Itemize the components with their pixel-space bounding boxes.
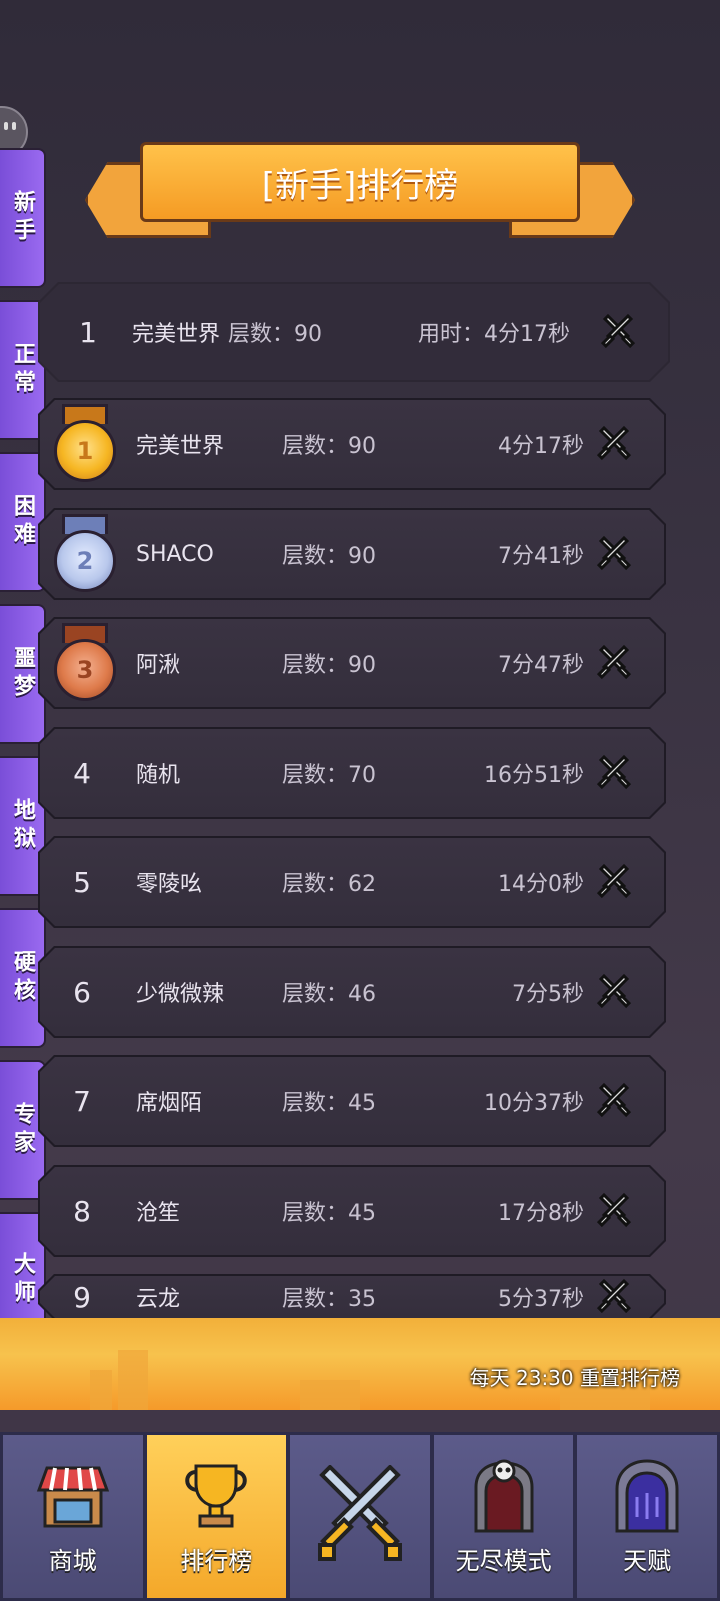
player-name: 席烟陌: [136, 1091, 203, 1116]
nav-endless[interactable]: 无尽模式: [430, 1432, 575, 1601]
rank-number: 8: [73, 1194, 91, 1228]
my-time: 用时：4分17秒: [418, 322, 570, 347]
player-name: 沧笙: [136, 1201, 181, 1226]
eye-icon: [4, 122, 8, 130]
medal-rank: 2: [54, 530, 116, 592]
reset-notice: 每天 23:30 重置排行榜: [469, 1366, 680, 1390]
eye-icon: [12, 122, 16, 130]
skull-gate-icon: [464, 1455, 544, 1535]
clear-time: 7分47秒: [498, 653, 584, 678]
nav-shop-label: 商城: [48, 1547, 97, 1575]
floor-count: 层数：35: [282, 1287, 376, 1312]
my-rank: 1: [79, 315, 97, 349]
player-name: 阿湫: [136, 653, 181, 678]
clear-time: 5分37秒: [498, 1287, 584, 1312]
nav-leaderboard-label: 排行榜: [180, 1547, 253, 1575]
ranking-row[interactable]: 5 零陵吆 层数：62 14分0秒: [38, 836, 666, 928]
my-name: 完美世界: [132, 322, 221, 347]
my-record-row[interactable]: 1 完美世界 层数：90 用时：4分17秒: [38, 282, 670, 382]
replay-swords-icon[interactable]: [598, 282, 638, 382]
trophy-icon: [176, 1455, 256, 1535]
replay-swords-icon[interactable]: [594, 508, 634, 600]
medal-bronze-icon: 3: [52, 623, 118, 703]
replay-swords-icon[interactable]: [594, 727, 634, 819]
my-floor: 层数：90: [228, 322, 322, 347]
clear-time: 14分0秒: [498, 872, 584, 897]
clear-time: 7分5秒: [512, 982, 584, 1007]
nav-leaderboard[interactable]: 排行榜: [143, 1432, 288, 1601]
nav-talent-label: 天赋: [623, 1547, 672, 1575]
rank-number: 5: [73, 865, 91, 899]
floor-count: 层数：90: [282, 544, 376, 569]
player-name: 少微微辣: [136, 982, 225, 1007]
ranking-row[interactable]: 6 少微微辣 层数：46 7分5秒: [38, 946, 666, 1038]
floor-count: 层数：90: [282, 434, 376, 459]
replay-swords-icon[interactable]: [594, 1274, 634, 1320]
banner-title: [新手]排行榜: [140, 142, 580, 222]
bottom-nav: 商城 排行榜 无尽模式 天赋: [0, 1432, 720, 1601]
tab-novice[interactable]: 新手: [0, 148, 46, 288]
floor-count: 层数：45: [282, 1201, 376, 1226]
replay-swords-icon[interactable]: [594, 617, 634, 709]
nav-talent[interactable]: 天赋: [574, 1432, 720, 1601]
floor-count: 层数：62: [282, 872, 376, 897]
floor-count: 层数：45: [282, 1091, 376, 1116]
clear-time: 7分41秒: [498, 544, 584, 569]
floor-count: 层数：90: [282, 653, 376, 678]
replay-swords-icon[interactable]: [594, 836, 634, 928]
medal-rank: 3: [54, 639, 116, 701]
clear-time: 4分17秒: [498, 434, 584, 459]
rank-number: 4: [73, 756, 91, 790]
player-name: 随机: [136, 763, 181, 788]
clear-time: 17分8秒: [498, 1201, 584, 1226]
crossed-swords-icon: [305, 1462, 415, 1572]
rank-number: 6: [73, 975, 91, 1009]
replay-swords-icon[interactable]: [594, 1165, 634, 1257]
ranking-row[interactable]: 3 阿湫 层数：90 7分47秒: [38, 617, 666, 709]
replay-swords-icon[interactable]: [594, 946, 634, 1038]
clear-time: 16分51秒: [484, 763, 584, 788]
medal-gold-icon: 1: [52, 404, 118, 484]
ranking-row[interactable]: 2 SHACO 层数：90 7分41秒: [38, 508, 666, 600]
player-name: 云龙: [136, 1287, 181, 1312]
nav-shop[interactable]: 商城: [0, 1432, 144, 1601]
clear-time: 10分37秒: [484, 1091, 584, 1116]
floor-count: 层数：70: [282, 763, 376, 788]
nav-endless-label: 无尽模式: [455, 1547, 552, 1575]
medal-rank: 1: [54, 420, 116, 482]
rank-number: 9: [73, 1280, 91, 1314]
floor-count: 层数：46: [282, 982, 376, 1007]
ranking-row[interactable]: 1 完美世界 层数：90 4分17秒: [38, 398, 666, 490]
medal-silver-icon: 2: [52, 514, 118, 594]
replay-swords-icon[interactable]: [594, 1055, 634, 1147]
shop-icon: [33, 1455, 113, 1535]
nav-battle[interactable]: [287, 1432, 431, 1601]
player-name: 完美世界: [136, 434, 225, 459]
portal-gate-icon: [607, 1455, 687, 1535]
replay-swords-icon[interactable]: [594, 398, 634, 490]
leaderboard-banner: [新手]排行榜: [85, 140, 635, 240]
ranking-row[interactable]: 9 云龙 层数：35 5分37秒: [38, 1274, 666, 1320]
player-name: SHACO: [136, 541, 214, 567]
ranking-row[interactable]: 4 随机 层数：70 16分51秒: [38, 727, 666, 819]
ranking-row[interactable]: 8 沧笙 层数：45 17分8秒: [38, 1165, 666, 1257]
ranking-row[interactable]: 7 席烟陌 层数：45 10分37秒: [38, 1055, 666, 1147]
player-name: 零陵吆: [136, 872, 203, 897]
rank-number: 7: [73, 1084, 91, 1118]
